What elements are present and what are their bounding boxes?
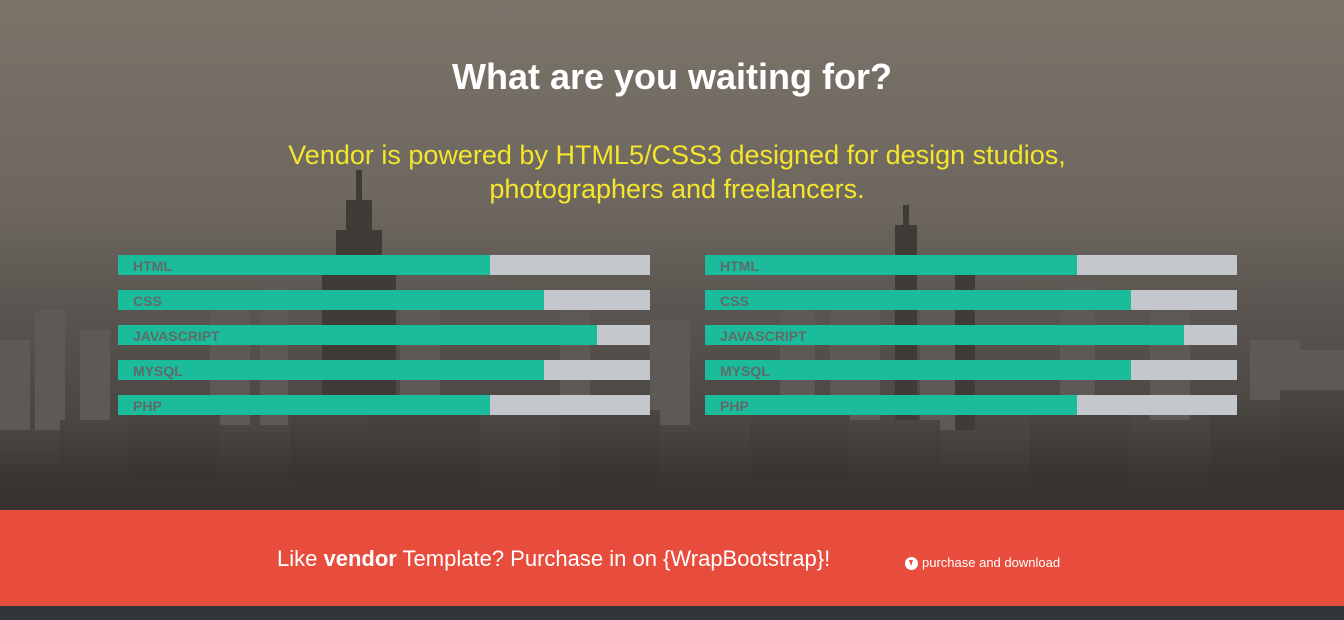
skill-bar-php: PHP <box>118 395 650 415</box>
skill-bar-css: CSS <box>705 290 1237 310</box>
cta-text-post: Template? Purchase in on {WrapBootstrap}… <box>396 546 831 571</box>
skill-bar-fill <box>118 395 491 415</box>
skill-bar-mysql: MYSQL <box>118 360 650 380</box>
skills-right-column: HTML CSS JAVASCRIPT MYSQL PHP <box>705 255 1237 430</box>
skill-bar-label: MYSQL <box>720 363 770 379</box>
hero-subtitle-line2: photographers and freelancers. <box>489 174 865 204</box>
skill-bar-html: HTML <box>705 255 1237 275</box>
hero-subtitle: Vendor is powered by HTML5/CSS3 designed… <box>222 138 1132 206</box>
skill-bar-label: PHP <box>133 398 162 414</box>
hero-section: What are you waiting for? Vendor is powe… <box>0 0 1344 510</box>
purchase-banner: Like vendor Template? Purchase in on {Wr… <box>0 510 1344 606</box>
skill-bar-css: CSS <box>118 290 650 310</box>
skill-bar-label: HTML <box>720 258 759 274</box>
skill-bar-javascript: JAVASCRIPT <box>705 325 1237 345</box>
skill-bar-fill <box>705 395 1078 415</box>
skill-bar-fill <box>118 255 491 275</box>
cta-brand-name: vendor <box>323 546 397 571</box>
hero-subtitle-line1: Vendor is powered by HTML5/CSS3 designed… <box>288 140 1066 170</box>
purchase-download-label: purchase and download <box>922 555 1061 570</box>
skill-bar-label: JAVASCRIPT <box>720 328 807 344</box>
skill-bar-fill <box>705 255 1078 275</box>
skill-bar-php: PHP <box>705 395 1237 415</box>
download-circle-icon <box>905 556 918 570</box>
purchase-download-link[interactable]: purchase and download <box>905 555 1060 571</box>
skill-bar-javascript: JAVASCRIPT <box>118 325 650 345</box>
hero-title: What are you waiting for? <box>451 56 892 97</box>
skill-bar-html: HTML <box>118 255 650 275</box>
skill-bar-label: CSS <box>720 293 749 309</box>
skills-left-column: HTML CSS JAVASCRIPT MYSQL PHP <box>118 255 650 430</box>
purchase-banner-text: Like vendor Template? Purchase in on {Wr… <box>277 546 830 572</box>
skill-bar-label: JAVASCRIPT <box>133 328 220 344</box>
skill-bar-fill <box>705 290 1131 310</box>
skill-bar-label: MYSQL <box>133 363 183 379</box>
footer-strip <box>0 606 1344 620</box>
skill-bar-label: PHP <box>720 398 749 414</box>
skill-bar-fill <box>118 290 544 310</box>
skill-bar-mysql: MYSQL <box>705 360 1237 380</box>
skill-bar-label: CSS <box>133 293 162 309</box>
cta-text-pre: Like <box>277 546 324 571</box>
skill-bar-label: HTML <box>133 258 172 274</box>
